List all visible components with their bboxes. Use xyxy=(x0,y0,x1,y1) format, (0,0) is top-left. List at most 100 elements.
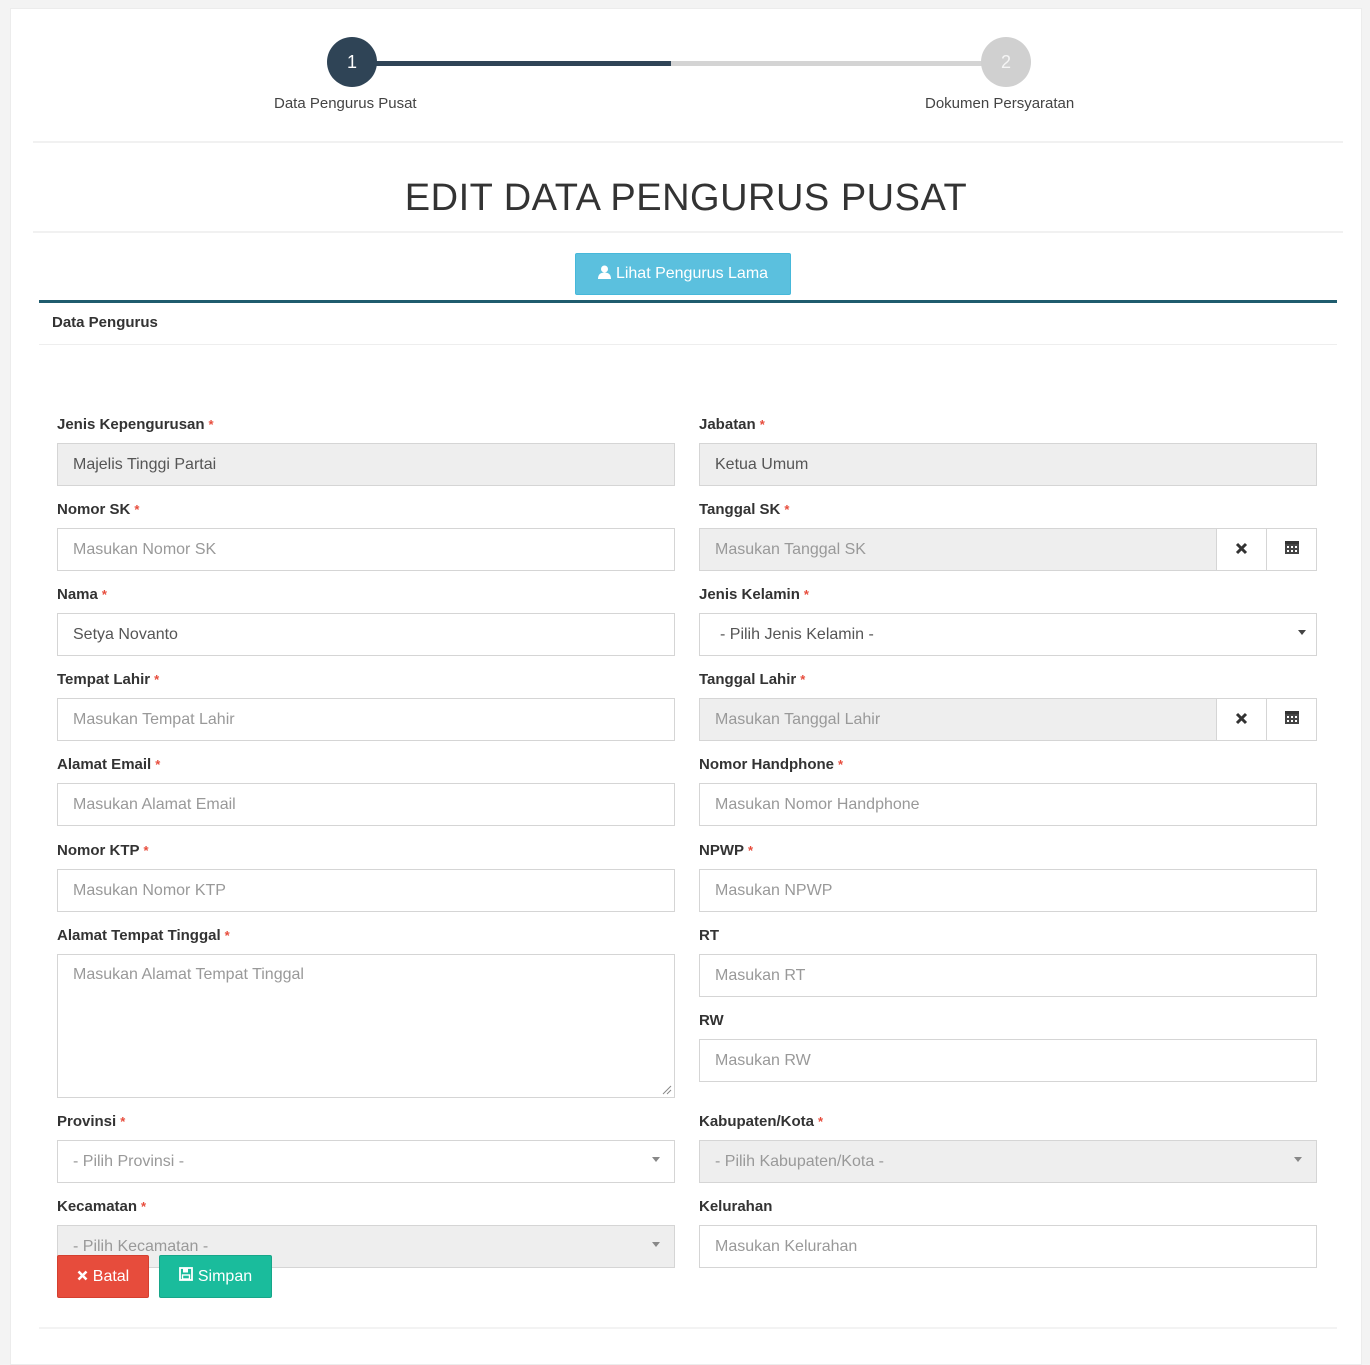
tanggal-lahir-clear-button[interactable] xyxy=(1217,698,1267,741)
tanggal-lahir-input-group: Masukan Tanggal Lahir xyxy=(699,698,1317,741)
required-mark: * xyxy=(818,1113,824,1129)
npwp-label: NPWP * xyxy=(699,841,754,859)
provinsi-label: Provinsi * xyxy=(57,1112,126,1130)
nomor-sk-input[interactable]: Masukan Nomor SK xyxy=(57,528,675,571)
tanggal-sk-input-group: Masukan Tanggal SK xyxy=(699,528,1317,571)
close-icon xyxy=(1235,539,1248,560)
provinsi-select[interactable]: - Pilih Provinsi - xyxy=(57,1140,675,1183)
nama-group: Nama * Setya Novanto xyxy=(57,583,675,656)
alamat-tempat-tinggal-placeholder: Masukan Alamat Tempat Tinggal xyxy=(73,966,304,983)
kecamatan-group: Kecamatan * - Pilih Kecamatan - xyxy=(57,1195,675,1268)
required-mark: * xyxy=(224,927,230,943)
alamat-tempat-tinggal-label: Alamat Tempat Tinggal * xyxy=(57,926,230,944)
kabupaten-kota-selected: - Pilih Kabupaten/Kota - xyxy=(715,1152,884,1170)
simpan-label: Simpan xyxy=(197,1267,253,1285)
simpan-button[interactable]: Simpan xyxy=(159,1255,272,1298)
nama-input[interactable]: Setya Novanto xyxy=(57,613,675,656)
jabatan-group: Jabatan * Ketua Umum xyxy=(699,413,1317,486)
jenis-kelamin-select[interactable]: - Pilih Jenis Kelamin - xyxy=(699,613,1317,656)
required-mark: * xyxy=(134,501,140,517)
tanggal-lahir-input[interactable]: Masukan Tanggal Lahir xyxy=(699,698,1217,741)
required-mark: * xyxy=(759,416,765,432)
panel-bottom-divider xyxy=(39,1327,1337,1329)
required-mark: * xyxy=(154,671,160,687)
rw-input[interactable]: Masukan RW xyxy=(699,1039,1317,1082)
wizard-step-1-circle[interactable]: 1 xyxy=(327,37,377,87)
kelurahan-input[interactable]: Masukan Kelurahan xyxy=(699,1225,1317,1268)
kabupaten-kota-select[interactable]: - Pilih Kabupaten/Kota - xyxy=(699,1140,1317,1183)
provinsi-selected: - Pilih Provinsi - xyxy=(73,1152,185,1170)
required-mark: * xyxy=(143,842,149,858)
npwp-group: NPWP * Masukan NPWP xyxy=(699,839,1317,912)
jabatan-field: Ketua Umum xyxy=(699,443,1317,486)
chevron-down-icon xyxy=(1294,1157,1302,1162)
rt-group: RT Masukan RT xyxy=(699,924,1317,997)
lihat-pengurus-lama-button[interactable]: Lihat Pengurus Lama xyxy=(575,253,791,295)
calendar-icon xyxy=(1284,709,1300,730)
jenis-kepengurusan-group: Jenis Kepengurusan * Majelis Tinggi Parta… xyxy=(57,413,675,486)
alamat-tempat-tinggal-textarea[interactable]: Masukan Alamat Tempat Tinggal xyxy=(57,954,675,1098)
tempat-lahir-group: Tempat Lahir * Masukan Tempat Lahir xyxy=(57,668,675,741)
nomor-handphone-label: Nomor Handphone * xyxy=(699,755,844,773)
lihat-pengurus-lama-label: Lihat Pengurus Lama xyxy=(615,265,769,282)
panel-heading: Data Pengurus xyxy=(39,303,1337,345)
data-pengurus-panel: Data Pengurus Jenis Kepengurusan * Majeli… xyxy=(39,300,1337,1329)
required-mark: * xyxy=(748,842,754,858)
page-container: 1 2 Data Pengurus Pusat Dokumen Persyara… xyxy=(10,8,1362,1365)
jenis-kelamin-group: Jenis Kelamin * - Pilih Jenis Kelamin - xyxy=(699,583,1317,656)
nomor-handphone-input[interactable]: Masukan Nomor Handphone xyxy=(699,783,1317,826)
rw-label: RW xyxy=(699,1011,724,1029)
tempat-lahir-input[interactable]: Masukan Tempat Lahir xyxy=(57,698,675,741)
nomor-ktp-label: Nomor KTP * xyxy=(57,841,149,859)
required-mark: * xyxy=(800,671,806,687)
kelurahan-label: Kelurahan xyxy=(699,1197,773,1215)
wizard-progress-todo xyxy=(671,61,1007,66)
required-mark: * xyxy=(784,501,790,517)
jenis-kelamin-label: Jenis Kelamin * xyxy=(699,585,809,603)
kecamatan-select[interactable]: - Pilih Kecamatan - xyxy=(57,1225,675,1268)
alamat-email-group: Alamat Email * Masukan Alamat Email xyxy=(57,753,675,826)
jenis-kepengurusan-field: Majelis Tinggi Partai xyxy=(57,443,675,486)
resize-handle-icon[interactable] xyxy=(662,1085,672,1095)
alamat-email-label: Alamat Email * xyxy=(57,755,161,773)
divider xyxy=(33,231,1343,233)
jabatan-label: Jabatan * xyxy=(699,415,765,433)
nomor-sk-group: Nomor SK * Masukan Nomor SK xyxy=(57,498,675,571)
wizard-progress-done xyxy=(351,61,671,66)
alamat-email-input[interactable]: Masukan Alamat Email xyxy=(57,783,675,826)
kecamatan-label: Kecamatan * xyxy=(57,1197,147,1215)
nomor-sk-label: Nomor SK * xyxy=(57,500,140,518)
nomor-ktp-input[interactable]: Masukan Nomor KTP xyxy=(57,869,675,912)
close-icon xyxy=(77,1268,88,1286)
required-mark: * xyxy=(120,1113,126,1129)
tanggal-sk-clear-button[interactable] xyxy=(1217,528,1267,571)
chevron-down-icon xyxy=(652,1157,660,1162)
tanggal-sk-input[interactable]: Masukan Tanggal SK xyxy=(699,528,1217,571)
wizard-step-1-label: Data Pengurus Pusat xyxy=(274,95,417,112)
tanggal-lahir-calendar-button[interactable] xyxy=(1267,698,1317,741)
required-mark: * xyxy=(141,1198,147,1214)
provinsi-group: Provinsi * - Pilih Provinsi - xyxy=(57,1110,675,1183)
tanggal-sk-group: Tanggal SK * Masukan Tanggal SK xyxy=(699,498,1317,571)
required-mark: * xyxy=(101,586,107,602)
chevron-down-icon xyxy=(652,1242,660,1247)
wizard-step-2-label: Dokumen Persyaratan xyxy=(925,95,1075,112)
rt-label: RT xyxy=(699,926,719,944)
page-title: EDIT DATA PENGURUS PUSAT xyxy=(404,177,968,219)
wizard-step-2-circle[interactable]: 2 xyxy=(981,37,1031,87)
tanggal-sk-label: Tanggal SK * xyxy=(699,500,790,518)
nomor-handphone-group: Nomor Handphone * Masukan Nomor Handphone xyxy=(699,753,1317,826)
user-icon xyxy=(597,265,611,284)
tanggal-sk-calendar-button[interactable] xyxy=(1267,528,1317,571)
kabupaten-kota-group: Kabupaten/Kota * - Pilih Kabupaten/Kota - xyxy=(699,1110,1317,1183)
chevron-down-icon xyxy=(1298,630,1306,635)
close-icon xyxy=(1235,709,1248,730)
wizard-steps: 1 2 Data Pengurus Pusat Dokumen Persyara… xyxy=(11,9,1361,139)
rt-input[interactable]: Masukan RT xyxy=(699,954,1317,997)
kecamatan-selected: - Pilih Kecamatan - xyxy=(73,1237,209,1255)
npwp-input[interactable]: Masukan NPWP xyxy=(699,869,1317,912)
batal-button[interactable]: Batal xyxy=(57,1255,149,1298)
save-icon xyxy=(178,1267,193,1286)
rw-group: RW Masukan RW xyxy=(699,1009,1317,1082)
batal-label: Batal xyxy=(92,1267,130,1285)
